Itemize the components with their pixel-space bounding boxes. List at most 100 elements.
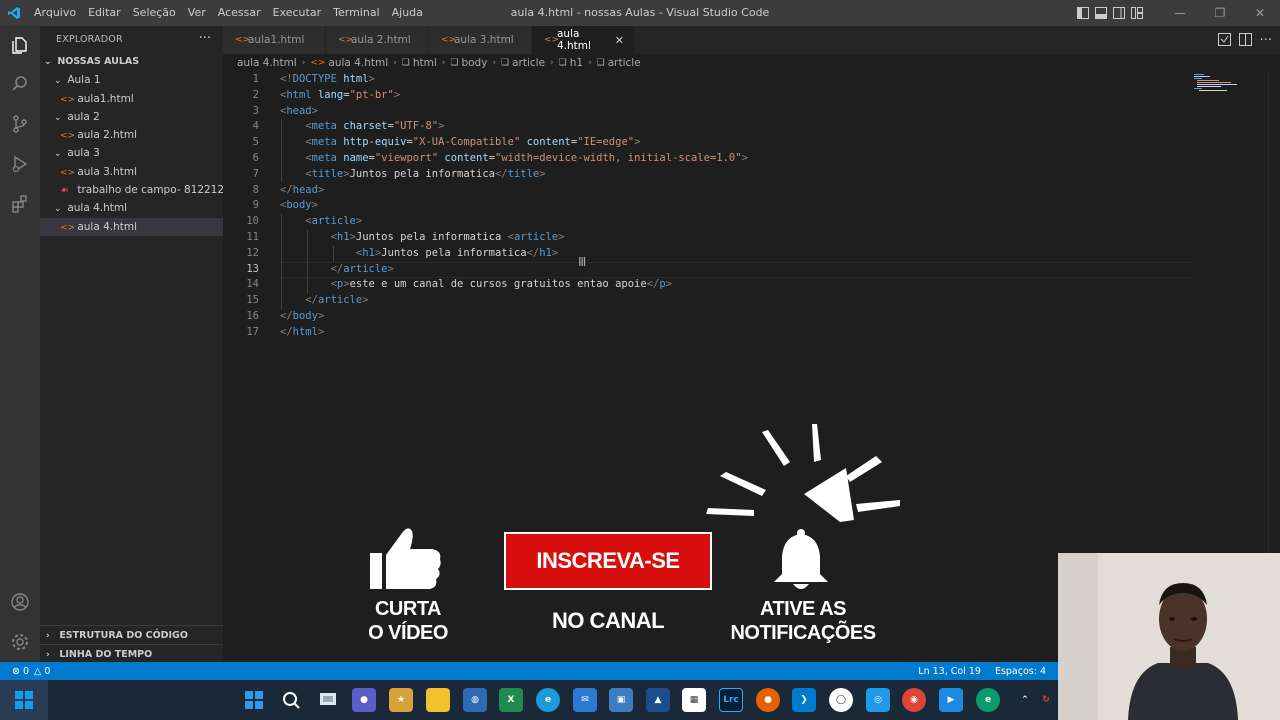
menu-terminal[interactable]: Terminal bbox=[327, 0, 386, 26]
toggle-panel-icon[interactable] bbox=[1092, 0, 1110, 26]
app-icon[interactable]: ★ bbox=[389, 688, 413, 712]
code-line[interactable]: 7 <title>Juntos pela informatica</title> bbox=[223, 167, 1183, 183]
app-icon[interactable]: ▶ bbox=[939, 688, 963, 712]
app-icon[interactable]: ↻ bbox=[1034, 688, 1058, 712]
code-line[interactable]: 9 <body> bbox=[223, 198, 1183, 214]
code-line[interactable]: 6 <meta name="viewport" content="width=d… bbox=[223, 151, 1183, 167]
tab-aula1[interactable]: <> aula1.html bbox=[223, 26, 326, 54]
tree-file-aula-4[interactable]: <> aula 4.html bbox=[40, 217, 223, 236]
extensions-icon[interactable] bbox=[8, 192, 32, 216]
tab-aula-4[interactable]: <> aula 4.html ✕ bbox=[532, 26, 635, 54]
more-actions-icon[interactable]: ··· bbox=[1260, 33, 1272, 48]
warning-count: 0 bbox=[44, 665, 51, 677]
breadcrumb-item[interactable]: aula 4.html bbox=[328, 57, 388, 69]
html-file-icon: <> bbox=[60, 94, 76, 105]
code-line[interactable]: 12 <h1>Juntos pela informatica</h1> bbox=[223, 246, 1183, 262]
breadcrumb-item[interactable]: article bbox=[512, 57, 545, 69]
restore-icon[interactable]: ❐ bbox=[1200, 0, 1240, 26]
chat-icon[interactable]: ● bbox=[352, 688, 376, 712]
windows-start-icon[interactable] bbox=[0, 680, 48, 720]
breadcrumb-item[interactable]: article bbox=[608, 57, 641, 69]
windows-start-icon[interactable] bbox=[242, 688, 266, 712]
code-line[interactable]: 15 </article> bbox=[223, 293, 1183, 309]
app-icon[interactable]: ◍ bbox=[463, 688, 487, 712]
mail-icon[interactable]: ✉ bbox=[573, 688, 597, 712]
minimap[interactable] bbox=[1192, 72, 1240, 94]
code-line[interactable]: 2 <html lang="pt-br"> bbox=[223, 88, 1183, 104]
lightroom-icon[interactable]: Lrc bbox=[719, 688, 743, 712]
code-line[interactable]: 14 <p>este e um canal de cursos gratuito… bbox=[223, 277, 1183, 293]
breadcrumb-item[interactable]: aula 4.html bbox=[237, 57, 297, 69]
app-icon[interactable]: ◯ bbox=[829, 688, 853, 712]
cursor-position[interactable]: Ln 13, Col 19 bbox=[918, 666, 981, 677]
excel-icon[interactable]: X bbox=[499, 688, 523, 712]
tree-file-aula1[interactable]: <> aula1.html bbox=[40, 90, 223, 108]
split-editor-icon[interactable] bbox=[1238, 31, 1252, 50]
code-line[interactable]: 3 <head> bbox=[223, 104, 1183, 120]
edge-icon[interactable]: e bbox=[536, 688, 560, 712]
minimize-icon[interactable]: — bbox=[1160, 0, 1200, 26]
tree-folder-aula-2[interactable]: ⌄ aula 2 bbox=[40, 108, 223, 126]
app-icon[interactable]: ◎ bbox=[866, 688, 890, 712]
code-line[interactable]: 13 </article> bbox=[223, 262, 1183, 278]
source-control-icon[interactable] bbox=[8, 112, 32, 136]
tree-item-label: aula 2.html bbox=[77, 129, 138, 142]
tree-folder-aula-4[interactable]: ⌄ aula 4.html bbox=[40, 199, 223, 217]
close-icon[interactable]: ✕ bbox=[1240, 0, 1280, 26]
search-icon[interactable] bbox=[279, 688, 303, 712]
account-icon[interactable] bbox=[8, 590, 32, 614]
workspace-root[interactable]: ⌄ NOSSAS AULAS bbox=[40, 53, 223, 71]
tree-file-trabalho-de-campo[interactable]: ☙ trabalho de campo- 8122125... bbox=[40, 181, 223, 199]
tab-aula-2[interactable]: <> aula 2.html bbox=[326, 26, 429, 54]
breadcrumb-item[interactable]: h1 bbox=[570, 57, 583, 69]
tab-aula-3[interactable]: <> aula 3.html bbox=[429, 26, 532, 54]
tree-folder-aula-1[interactable]: ⌄ Aula 1 bbox=[40, 71, 223, 89]
tree-file-aula-3[interactable]: <> aula 3.html bbox=[40, 163, 223, 181]
vscode-icon[interactable]: ❯ bbox=[792, 688, 816, 712]
files-icon[interactable] bbox=[8, 33, 32, 57]
menu-ajuda[interactable]: Ajuda bbox=[386, 0, 429, 26]
breadcrumb-item[interactable]: html bbox=[413, 57, 437, 69]
code-line[interactable]: 8 </head> bbox=[223, 183, 1183, 199]
breadcrumb-item[interactable]: body bbox=[461, 57, 487, 69]
toggle-primary-sidebar-icon[interactable] bbox=[1074, 0, 1092, 26]
code-line[interactable]: 16 </body> bbox=[223, 309, 1183, 325]
chrome-icon[interactable]: ◉ bbox=[902, 688, 926, 712]
chevron-down-icon: ⌄ bbox=[44, 57, 52, 67]
customize-layout-icon[interactable] bbox=[1128, 0, 1146, 26]
tree-file-aula-2[interactable]: <> aula 2.html bbox=[40, 126, 223, 144]
problems-indicator[interactable]: ⊗ 0 △ 0 bbox=[0, 666, 50, 677]
outline-section[interactable]: › ESTRUTURA DO CÓDIGO bbox=[40, 625, 223, 644]
menu-acessar[interactable]: Acessar bbox=[212, 0, 267, 26]
task-view-icon[interactable] bbox=[316, 688, 340, 712]
menu-editar[interactable]: Editar bbox=[82, 0, 127, 26]
menu-ver[interactable]: Ver bbox=[182, 0, 212, 26]
subscribe-button[interactable]: INSCREVA-SE bbox=[504, 532, 712, 590]
code-line[interactable]: 17 </html> bbox=[223, 325, 1183, 341]
open-preview-icon[interactable] bbox=[1217, 31, 1231, 50]
run-debug-icon[interactable] bbox=[8, 152, 32, 176]
menu-selecao[interactable]: Seleção bbox=[127, 0, 182, 26]
app-icon[interactable]: ▣ bbox=[609, 688, 633, 712]
html-file-icon: <> bbox=[235, 35, 251, 45]
file-explorer-icon[interactable] bbox=[426, 688, 450, 712]
code-line[interactable]: 4 <meta charset="UTF-8"> bbox=[223, 119, 1183, 135]
indentation[interactable]: Espaços: 4 bbox=[995, 666, 1046, 677]
toggle-secondary-sidebar-icon[interactable] bbox=[1110, 0, 1128, 26]
code-line[interactable]: 10 <article> bbox=[223, 214, 1183, 230]
tree-folder-aula-3[interactable]: ⌄ aula 3 bbox=[40, 144, 223, 162]
app-icon[interactable]: ▲ bbox=[646, 688, 670, 712]
timeline-section[interactable]: › LINHA DO TEMPO bbox=[40, 644, 223, 663]
menu-arquivo[interactable]: Arquivo bbox=[28, 0, 82, 26]
code-line[interactable]: 5 <meta http-equiv="X-UA-Compatible" con… bbox=[223, 135, 1183, 151]
code-line[interactable]: 11 <h1>Juntos pela informatica <article> bbox=[223, 230, 1183, 246]
edge-dev-icon[interactable]: e bbox=[976, 688, 1000, 712]
more-actions-icon[interactable]: ··· bbox=[199, 31, 211, 46]
menu-executar[interactable]: Executar bbox=[267, 0, 328, 26]
settings-gear-icon[interactable] bbox=[8, 630, 32, 654]
firefox-icon[interactable]: ● bbox=[756, 688, 780, 712]
close-tab-icon[interactable]: ✕ bbox=[615, 34, 624, 47]
app-icon[interactable]: ▦ bbox=[682, 688, 706, 712]
search-icon[interactable] bbox=[8, 72, 32, 96]
code-line[interactable]: 1 <!DOCTYPE html> bbox=[223, 72, 1183, 88]
